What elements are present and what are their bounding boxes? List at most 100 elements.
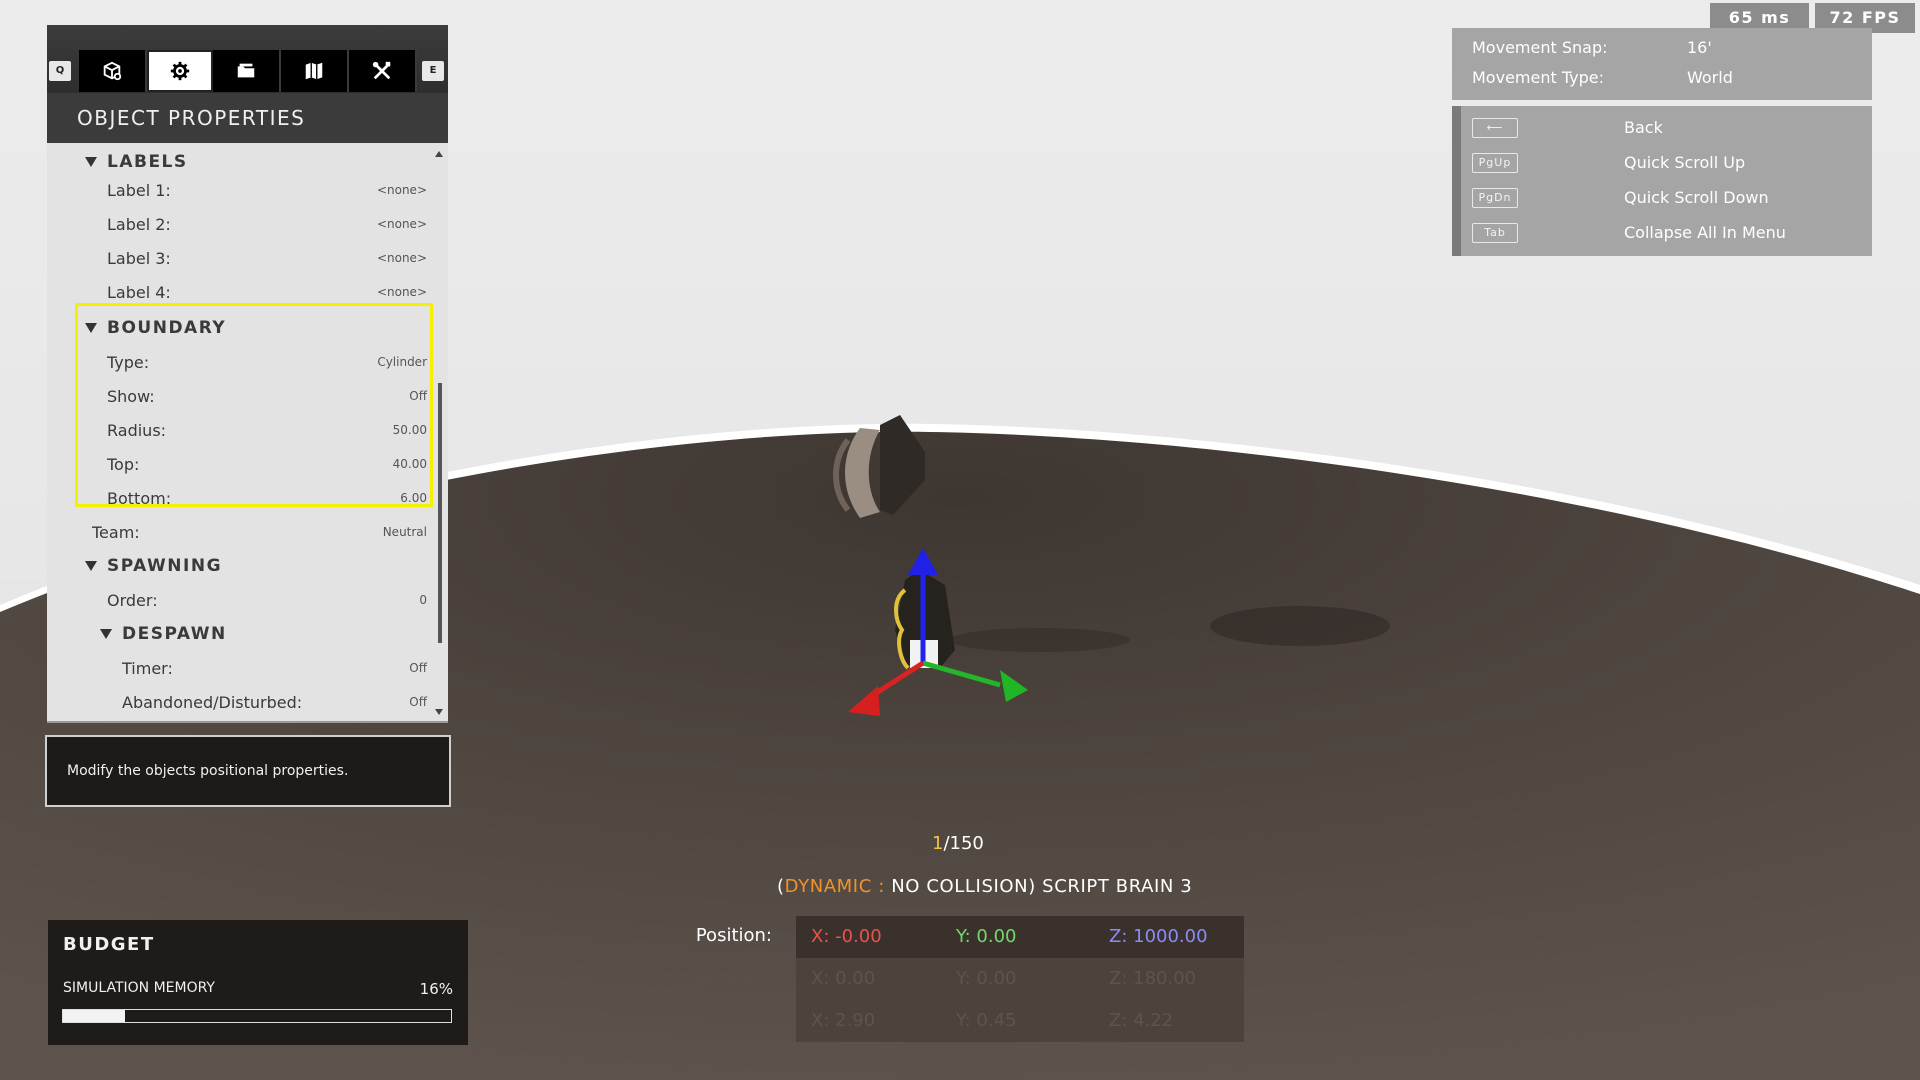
size-y[interactable]: Y: 0.45 (956, 1010, 1016, 1031)
budget-panel: BUDGET SIMULATION MEMORY 16% (48, 920, 468, 1045)
property-value: Neutral (382, 525, 427, 539)
simulation-memory-label: SIMULATION MEMORY (63, 980, 215, 996)
tag-separator: : (871, 876, 892, 897)
property-value: 6.00 (400, 491, 427, 505)
selection-current: 1 (932, 833, 944, 854)
position-z[interactable]: Z: 1000.00 (1109, 926, 1208, 947)
movement-snap-value: 16' (1687, 38, 1712, 57)
property-value: Off (409, 661, 427, 675)
property-row-order[interactable]: Order: 0 (107, 583, 427, 617)
selection-counter: 1/150 (932, 833, 984, 854)
property-value: <none> (376, 217, 427, 231)
movement-type-value: World (1687, 68, 1733, 87)
folder-icon (237, 63, 255, 78)
paren-open: ( (777, 876, 785, 897)
property-label: Type: (107, 352, 150, 372)
position-row[interactable]: X: -0.00 Y: 0.00 Z: 1000.00 (796, 916, 1244, 958)
property-value: 50.00 (392, 423, 427, 437)
collapse-triangle-icon (85, 561, 97, 571)
position-y[interactable]: Y: 0.00 (956, 926, 1016, 947)
scrollbar-thumb[interactable] (438, 383, 442, 643)
property-value: 0 (419, 593, 427, 607)
selection-total: /150 (943, 833, 984, 854)
rotation-label: Rotation (696, 968, 772, 989)
property-label: Radius: (107, 420, 167, 440)
size-row[interactable]: X: 2.90 Y: 0.45 Z: 4.22 (796, 1000, 1244, 1042)
position-x[interactable]: X: -0.00 (811, 926, 882, 947)
collapse-triangle-icon (100, 629, 112, 639)
gear-icon (170, 61, 190, 81)
object-properties-panel: Q E OBJECT PROPERTIES LABELS Label 1: <n… (47, 25, 448, 723)
scroll-up-arrow-icon[interactable] (435, 151, 443, 157)
property-list[interactable]: LABELS Label 1: <none> Label 2: <none> L… (47, 143, 448, 723)
back-key-icon[interactable]: ⟵ (1472, 118, 1518, 138)
tab-bar: Q E (47, 25, 448, 93)
property-value: <none> (376, 285, 427, 299)
pgdn-key-icon[interactable]: PgDn (1472, 188, 1518, 208)
prev-tab-key-hint[interactable]: Q (49, 61, 71, 81)
tab-object-browser[interactable] (79, 50, 147, 92)
position-label: Position: (695, 925, 772, 946)
property-value: Off (409, 389, 427, 403)
scroll-down-arrow-icon[interactable] (435, 709, 443, 715)
map-icon (305, 62, 323, 80)
property-row-abandoned[interactable]: Abandoned/Disturbed: Off (122, 685, 427, 719)
property-row-label2[interactable]: Label 2: <none> (107, 207, 427, 241)
property-row-bottom[interactable]: Bottom: 6.00 (107, 481, 427, 515)
property-row-type[interactable]: Type: Cylinder (107, 345, 427, 379)
property-row-team[interactable]: Team: Neutral (92, 515, 427, 549)
movement-snap-label: Movement Snap: (1472, 38, 1608, 57)
property-row-show[interactable]: Show: Off (107, 379, 427, 413)
simulation-memory-fill (63, 1010, 126, 1022)
property-label: Label 1: (107, 180, 171, 200)
shortcut-scroll-down: Quick Scroll Down (1624, 188, 1769, 207)
next-tab-key-hint[interactable]: E (422, 61, 444, 81)
panel-title: OBJECT PROPERTIES (47, 93, 448, 143)
property-value: <none> (376, 251, 427, 265)
tab-key-icon[interactable]: Tab (1472, 223, 1518, 243)
tools-icon (372, 61, 391, 80)
shortcut-collapse-all: Collapse All In Menu (1624, 223, 1786, 242)
property-row-label3[interactable]: Label 3: <none> (107, 241, 427, 275)
section-despawn[interactable]: DESPAWN (100, 617, 427, 651)
movement-settings-box: Movement Snap: 16' Movement Type: World (1452, 28, 1872, 100)
property-label: Label 3: (107, 248, 171, 268)
rotation-x[interactable]: X: 0.00 (811, 968, 875, 989)
section-spawning-title: SPAWNING (107, 556, 223, 576)
property-value: Cylinder (377, 355, 427, 369)
rotation-row[interactable]: X: 0.00 Y: 0.00 Z: 180.00 (796, 958, 1244, 1000)
tab-tools[interactable] (349, 50, 417, 92)
property-row-timer[interactable]: Timer: Off (122, 651, 427, 685)
section-boundary[interactable]: BOUNDARY (85, 311, 427, 345)
pgup-key-icon[interactable]: PgUp (1472, 153, 1518, 173)
budget-title: BUDGET (63, 934, 155, 955)
property-label: Top: (107, 454, 140, 474)
property-row-label4[interactable]: Label 4: <none> (107, 275, 427, 309)
property-row-top[interactable]: Top: 40.00 (107, 447, 427, 481)
section-labels-title: LABELS (107, 152, 188, 172)
property-label: Label 4: (107, 282, 171, 302)
property-label: Bottom: (107, 488, 172, 508)
rotation-y[interactable]: Y: 0.00 (956, 968, 1016, 989)
tab-folder[interactable] (213, 50, 281, 92)
size-label: Size (735, 1010, 772, 1031)
collapse-triangle-icon (85, 157, 97, 167)
section-boundary-title: BOUNDARY (107, 318, 227, 338)
object-browser-icon (103, 61, 122, 81)
size-z[interactable]: Z: 4.22 (1109, 1010, 1173, 1031)
selected-object-name: (DYNAMIC : NO COLLISION) SCRIPT BRAIN 3 (777, 876, 1192, 897)
size-x[interactable]: X: 2.90 (811, 1010, 875, 1031)
section-spawning[interactable]: SPAWNING (85, 549, 427, 583)
property-row-label1[interactable]: Label 1: <none> (107, 173, 427, 207)
tab-object-properties[interactable] (147, 50, 213, 92)
movement-type-label: Movement Type: (1472, 68, 1604, 87)
property-row-radius[interactable]: Radius: 50.00 (107, 413, 427, 447)
property-label: Team: (92, 522, 140, 542)
rotation-z[interactable]: Z: 180.00 (1109, 968, 1196, 989)
simulation-memory-bar (62, 1009, 452, 1023)
property-label: Label 2: (107, 214, 171, 234)
simulation-memory-percent: 16% (419, 980, 453, 998)
tab-map[interactable] (281, 50, 349, 92)
property-label: Show: (107, 386, 155, 406)
section-despawn-title: DESPAWN (122, 624, 227, 644)
